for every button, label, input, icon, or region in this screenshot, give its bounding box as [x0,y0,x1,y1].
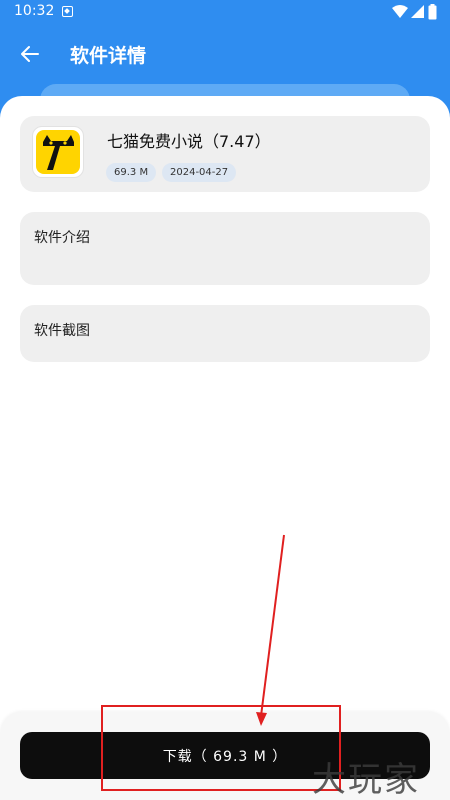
seven-cat-logo [32,126,84,178]
page-title: 软件详情 [70,45,147,67]
app-name: 七猫免费小说（7.47） [107,132,271,151]
status-time: 10:32 [14,3,55,19]
intro-card: 软件介绍 [20,212,430,285]
annotation-highlight-box [101,705,341,791]
arrow-left-icon [21,46,39,62]
battery-icon [428,4,437,20]
screenshots-title: 软件截图 [34,323,90,339]
size-badge: 69.3 M [106,163,157,182]
status-bar: 10:32 [0,0,450,26]
app-bar: 软件详情 [0,26,450,82]
content-sheet [0,96,450,800]
watermark: 大玩家 [312,760,420,800]
date-badge: 2024-04-27 [162,163,237,182]
back-button[interactable] [14,38,46,70]
app-notification-icon [62,6,73,17]
intro-title: 软件介绍 [34,230,90,246]
app-info-card: 七猫免费小说（7.47） 69.3 M 2024-04-27 [20,116,430,192]
signal-icon [411,5,424,18]
wifi-icon [392,5,408,18]
screenshots-card: 软件截图 [20,305,430,362]
